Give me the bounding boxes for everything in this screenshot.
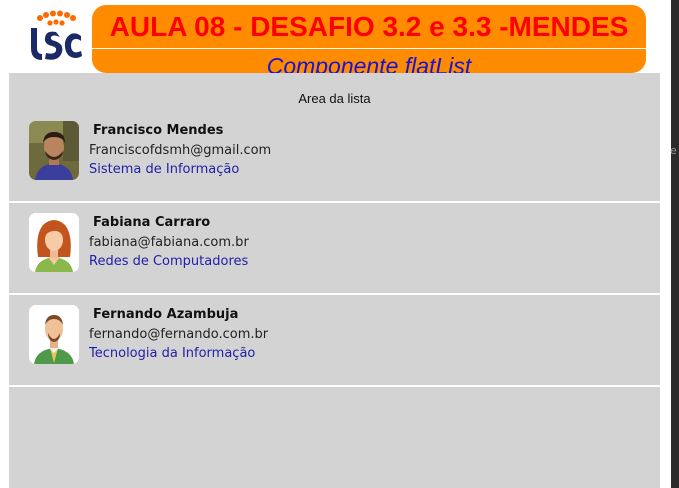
woman-avatar-icon [29, 213, 79, 272]
usc-logo [26, 10, 86, 68]
item-course: Sistema de Informação [89, 162, 240, 177]
header-banner: AULA 08 - DESAFIO 3.2 e 3.3 -MENDES Comp… [92, 5, 646, 73]
item-email: Franciscofdsmh@gmail.com [89, 143, 272, 158]
list-item[interactable]: Fernando Azambuja fernando@fernando.com.… [9, 295, 660, 387]
list-item[interactable]: Fabiana Carraro fabiana@fabiana.com.br R… [9, 203, 660, 295]
edge-mark: e [670, 144, 677, 157]
item-name: Francisco Mendes [93, 123, 224, 138]
app-screen: AULA 08 - DESAFIO 3.2 e 3.3 -MENDES Comp… [0, 0, 671, 488]
item-course: Tecnologia da Informação [89, 346, 256, 361]
window-edge [671, 0, 679, 488]
page-subtitle: Componente flatList [266, 53, 472, 73]
list-item[interactable]: Francisco Mendes Franciscofdsmh@gmail.co… [9, 109, 660, 203]
banner-divider [92, 48, 646, 49]
list-header: Area da lista [298, 91, 371, 106]
flatlist-area[interactable]: Area da lista Francisco Mendes Francisco… [9, 73, 660, 488]
item-name: Fernando Azambuja [93, 307, 239, 322]
person-photo-icon [29, 121, 79, 180]
item-email: fabiana@fabiana.com.br [89, 235, 249, 250]
item-name: Fabiana Carraro [93, 215, 211, 230]
item-course: Redes de Computadores [89, 254, 249, 269]
item-email: fernando@fernando.com.br [89, 327, 269, 342]
page-title: AULA 08 - DESAFIO 3.2 e 3.3 -MENDES [109, 11, 629, 42]
man-avatar-icon [29, 305, 79, 364]
